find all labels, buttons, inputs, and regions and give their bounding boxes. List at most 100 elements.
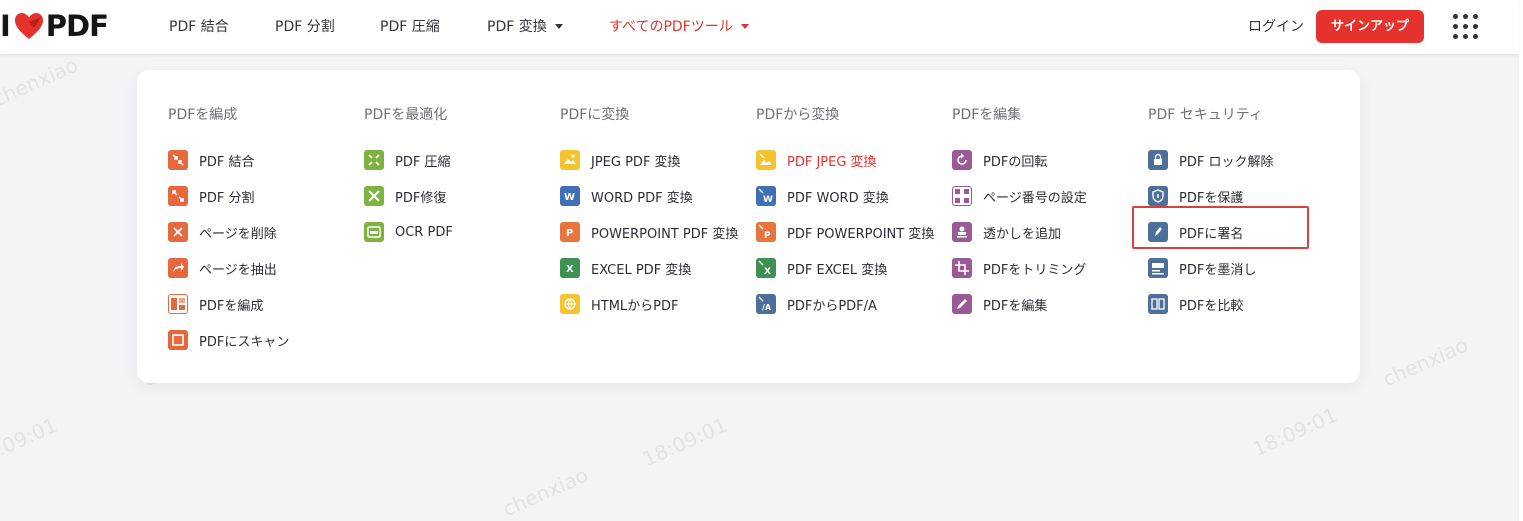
menu-item-label: POWERPOINT PDF 変換 — [591, 226, 739, 242]
menu-item-unlock-pdf[interactable]: PDF ロック解除 — [1148, 142, 1273, 178]
menu-item-label: PDFの回転 — [983, 154, 1048, 170]
menu-item-pdf-to-jpg[interactable]: PDF JPEG 変換 — [756, 142, 934, 178]
menu-item-crop-pdf[interactable]: PDFをトリミング — [952, 250, 1087, 286]
svg-text:X: X — [764, 267, 771, 277]
merge-icon — [168, 150, 188, 170]
svg-text:/A: /A — [762, 303, 772, 312]
pdf-to-word-icon: W — [756, 186, 776, 206]
menu-item-scan-to-pdf[interactable]: PDFにスキャン — [168, 322, 289, 358]
rotate-icon — [952, 150, 972, 170]
menu-item-delete-pages[interactable]: ページを削除 — [168, 214, 289, 250]
menu-item-label: PDFからPDF/A — [787, 298, 877, 314]
pdf-to-jpg-icon — [756, 150, 776, 170]
menu-item-label: WORD PDF 変換 — [591, 190, 693, 206]
nav-label: PDF 圧縮 — [380, 19, 440, 35]
login-link[interactable]: ログイン — [1248, 0, 1304, 54]
watermark-time: 18:09:01 — [639, 412, 731, 472]
top-navigation-bar: I PDF PDF 結合 PDF 分割 PDF 圧縮 PDF 変換 すべてのPD… — [0, 0, 1519, 55]
menu-item-label: PDF EXCEL 変換 — [787, 262, 888, 278]
menu-column-organize: PDFを編成 PDF 結合 PDF 分割 ページを削除 ページを抽出 PDFを編… — [168, 106, 289, 358]
heart-icon — [14, 13, 43, 39]
column-title: PDFを編集 — [952, 107, 1022, 123]
menu-column-edit: PDFを編集 PDFの回転 ページ番号の設定 透かしを追加 PDFをトリミング … — [952, 106, 1087, 322]
menu-item-page-numbers[interactable]: ページ番号の設定 — [952, 178, 1087, 214]
logo-text-pdf: PDF — [45, 9, 109, 43]
menu-item-redact-pdf[interactable]: PDFを墨消し — [1148, 250, 1273, 286]
ilovepdf-logo[interactable]: I PDF — [0, 8, 109, 44]
menu-item-repair-pdf[interactable]: PDF修復 — [364, 178, 453, 214]
menu-item-label: PDF ロック解除 — [1179, 154, 1274, 170]
scan-icon — [168, 330, 188, 350]
logo-text-i: I — [0, 9, 11, 43]
menu-item-rotate-pdf[interactable]: PDFの回転 — [952, 142, 1087, 178]
menu-item-label: OCR PDF — [395, 224, 453, 240]
column-title: PDFを最適化 — [364, 107, 448, 123]
menu-item-label: PDFにスキャン — [199, 334, 290, 350]
menu-item-ocr-pdf[interactable]: OCR PDF — [364, 214, 453, 250]
menu-item-excel-to-pdf[interactable]: X EXCEL PDF 変換 — [560, 250, 738, 286]
menu-item-merge-pdf[interactable]: PDF 結合 — [168, 142, 289, 178]
nav-all-pdf-tools[interactable]: すべてのPDFツール — [609, 0, 749, 54]
menu-item-split-pdf[interactable]: PDF 分割 — [168, 178, 289, 214]
redact-icon — [1148, 258, 1168, 278]
compare-icon — [1148, 294, 1168, 314]
menu-item-label: ページを抽出 — [199, 262, 277, 278]
nav-split-pdf[interactable]: PDF 分割 — [275, 0, 335, 54]
signup-button[interactable]: サインアップ — [1316, 10, 1424, 43]
menu-item-label: PDF 圧縮 — [395, 154, 451, 170]
menu-item-jpg-to-pdf[interactable]: JPEG PDF 変換 — [560, 142, 738, 178]
svg-text:P: P — [764, 231, 771, 241]
extract-pages-icon — [168, 258, 188, 278]
menu-item-ppt-to-pdf[interactable]: P POWERPOINT PDF 変換 — [560, 214, 738, 250]
watermark-text: chenxiao — [0, 52, 82, 112]
jpg-to-pdf-icon — [560, 150, 580, 170]
watermark-text: chenxiao — [1379, 332, 1472, 392]
menu-item-label: HTMLからPDF — [591, 298, 679, 314]
menu-item-label: PDFを編成 — [199, 298, 264, 314]
menu-column-optimize: PDFを最適化 PDF 圧縮 PDF修復 OCR PDF — [364, 106, 453, 250]
organize-icon — [168, 294, 188, 314]
ppt-to-pdf-icon: P — [560, 222, 580, 242]
menu-item-pdf-to-excel[interactable]: X PDF EXCEL 変換 — [756, 250, 934, 286]
column-title: PDFを編成 — [168, 107, 238, 123]
column-title: PDFから変換 — [756, 107, 840, 123]
svg-text:W: W — [564, 192, 575, 203]
watermark-time: 18:09:01 — [1249, 402, 1341, 462]
menu-item-organize-pdf[interactable]: PDFを編成 — [168, 286, 289, 322]
menu-item-word-to-pdf[interactable]: W WORD PDF 変換 — [560, 178, 738, 214]
menu-item-pdf-to-pdfa[interactable]: /A PDFからPDF/A — [756, 286, 934, 322]
delete-pages-icon — [168, 222, 188, 242]
menu-item-html-to-pdf[interactable]: HTMLからPDF — [560, 286, 738, 322]
menu-item-label: PDFを比較 — [1179, 298, 1244, 314]
svg-text:X: X — [566, 264, 574, 275]
menu-item-extract-pages[interactable]: ページを抽出 — [168, 250, 289, 286]
pdf-to-ppt-icon: P — [756, 222, 776, 242]
menu-item-label: ページ番号の設定 — [983, 190, 1087, 206]
menu-item-edit-pdf[interactable]: PDFを編集 — [952, 286, 1087, 322]
nav-merge-pdf[interactable]: PDF 結合 — [169, 0, 229, 54]
nav-label: PDF 変換 — [487, 19, 547, 35]
menu-item-label: PDF 分割 — [199, 190, 255, 206]
nav-convert-pdf[interactable]: PDF 変換 — [487, 0, 563, 54]
watermark-time: 18:09:01 — [0, 412, 61, 472]
menu-item-label: JPEG PDF 変換 — [591, 154, 681, 170]
repair-icon — [364, 186, 384, 206]
menu-item-label: EXCEL PDF 変換 — [591, 262, 692, 278]
split-icon — [168, 186, 188, 206]
menu-item-label: 透かしを追加 — [983, 226, 1062, 242]
menu-item-label: PDF JPEG 変換 — [787, 154, 877, 170]
menu-item-compress-pdf[interactable]: PDF 圧縮 — [364, 142, 453, 178]
nav-label: すべてのPDFツール — [609, 19, 733, 35]
menu-item-label: PDF 結合 — [199, 154, 255, 170]
menu-item-add-watermark[interactable]: 透かしを追加 — [952, 214, 1087, 250]
menu-item-label: PDFをトリミング — [983, 262, 1087, 278]
page-numbers-icon — [952, 186, 972, 206]
menu-item-compare-pdf[interactable]: PDFを比較 — [1148, 286, 1273, 322]
nav-compress-pdf[interactable]: PDF 圧縮 — [380, 0, 440, 54]
apps-grid-icon[interactable] — [1453, 14, 1479, 40]
column-title: PDFに変換 — [560, 107, 630, 123]
compress-icon — [364, 150, 384, 170]
menu-item-label: PDF WORD 変換 — [787, 190, 889, 206]
menu-item-pdf-to-ppt[interactable]: P PDF POWERPOINT 変換 — [756, 214, 934, 250]
menu-item-pdf-to-word[interactable]: W PDF WORD 変換 — [756, 178, 934, 214]
